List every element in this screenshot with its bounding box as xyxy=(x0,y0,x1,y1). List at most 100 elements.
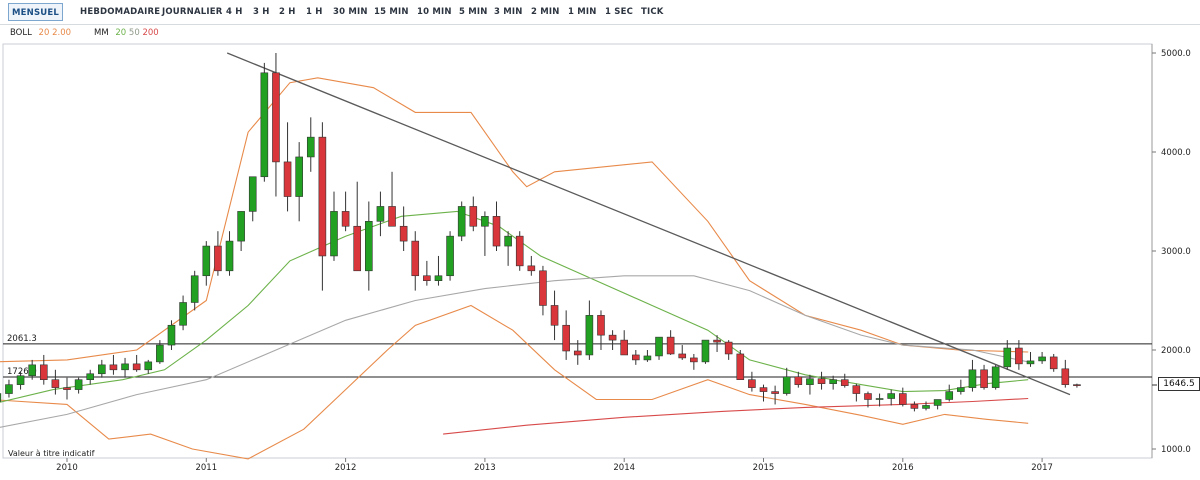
candle-body xyxy=(1049,356,1058,370)
candle-body xyxy=(272,72,280,163)
candle-body xyxy=(852,385,861,394)
candle-body xyxy=(28,364,36,377)
candle-body xyxy=(190,275,199,303)
candle-body xyxy=(86,373,95,381)
candle-body xyxy=(643,355,652,361)
candle-body xyxy=(144,361,153,371)
x-tick-label: 2011 xyxy=(195,463,217,473)
candle-body xyxy=(864,393,872,400)
candle-body xyxy=(1038,356,1046,362)
y-tick-label: 5000.0 xyxy=(1161,49,1191,59)
candle-body xyxy=(423,275,431,281)
candle-body xyxy=(782,376,791,394)
candle-body xyxy=(527,265,536,272)
x-tick-label: 2014 xyxy=(613,463,635,473)
x-tick-label: 2012 xyxy=(335,463,357,473)
candle-body xyxy=(759,387,768,392)
candle-body xyxy=(214,245,222,272)
candle-body xyxy=(701,339,710,363)
candle-body xyxy=(515,235,524,267)
candle-body xyxy=(341,211,350,227)
candle-body xyxy=(365,221,373,272)
candle-body xyxy=(16,375,25,385)
y-tick-label: 3000.0 xyxy=(1161,247,1191,257)
candle-body xyxy=(283,161,292,197)
candle-body xyxy=(481,216,489,227)
candle-body xyxy=(376,206,385,222)
candle-body xyxy=(306,136,315,158)
y-tick-label: 1000.0 xyxy=(1161,445,1191,455)
candle-body xyxy=(504,235,512,247)
candle-body xyxy=(109,364,118,371)
candle-body xyxy=(492,216,501,247)
candle-body xyxy=(771,391,779,394)
candle-body xyxy=(585,315,594,356)
candle-body xyxy=(1015,347,1023,365)
candle-body xyxy=(620,339,629,356)
candle-body xyxy=(608,334,617,341)
candle-body xyxy=(248,176,257,212)
candle-body xyxy=(806,378,814,385)
candle-body xyxy=(330,211,338,257)
candle-body xyxy=(550,305,559,326)
candle-body xyxy=(980,369,988,388)
candle-body xyxy=(655,336,663,357)
candle-body xyxy=(539,270,547,306)
candle-body xyxy=(678,353,687,359)
candle-body xyxy=(98,364,106,375)
candle-body xyxy=(957,387,965,392)
x-tick-label: 2013 xyxy=(474,463,496,473)
candle-body xyxy=(829,379,837,384)
candle-body xyxy=(724,341,733,355)
candle-body xyxy=(922,405,930,409)
candle-body xyxy=(411,240,420,277)
candle-body xyxy=(179,302,187,326)
candle-body xyxy=(39,364,48,381)
candle-body xyxy=(562,324,570,352)
candle-body xyxy=(945,391,954,400)
x-tick-label: 2017 xyxy=(1031,463,1053,473)
candle-body xyxy=(121,363,129,371)
candle-body xyxy=(887,393,895,399)
candle-body xyxy=(0,393,2,402)
candle-body xyxy=(898,393,907,405)
candle-body xyxy=(666,336,675,355)
reference-line-label: 2061.3 xyxy=(7,334,37,344)
candle-body xyxy=(295,156,303,197)
candle-body xyxy=(225,240,234,272)
plot-area xyxy=(2,43,1153,459)
candle-body xyxy=(260,72,269,178)
candle-body xyxy=(817,378,826,384)
candle-body xyxy=(991,366,1000,388)
candle-body xyxy=(748,379,756,388)
price-chart[interactable]: 5000.0 4000.0 3000.0 2000.0 1000.0 2010 2011 20… xyxy=(0,0,1200,480)
candle-body xyxy=(968,369,977,388)
x-tick-label: 2010 xyxy=(56,463,78,473)
candle-body xyxy=(156,344,164,363)
candle-body xyxy=(573,350,582,356)
candle-body xyxy=(713,339,721,343)
x-tick-label: 2015 xyxy=(753,463,775,473)
candle-body xyxy=(74,379,83,390)
candle-body xyxy=(690,357,698,363)
candle-body xyxy=(1026,360,1035,365)
candle-body xyxy=(5,384,13,394)
candle-body xyxy=(1073,384,1081,386)
candle-body xyxy=(132,363,141,371)
candle-body xyxy=(632,354,640,361)
y-tick-label: 2000.0 xyxy=(1161,346,1191,356)
y-tick-label: 4000.0 xyxy=(1161,148,1191,158)
candle-body xyxy=(840,379,849,386)
candle-body xyxy=(1061,368,1070,385)
candle-body xyxy=(237,211,245,242)
candle-body xyxy=(399,225,408,242)
indicative-note: Valeur à titre indicatif xyxy=(8,449,95,458)
candle-body xyxy=(910,404,919,409)
candle-body xyxy=(353,225,362,272)
candle-body xyxy=(469,206,478,227)
candle-body xyxy=(875,398,884,400)
last-price-label: 1646.5 xyxy=(1158,377,1200,391)
candle-body xyxy=(1003,347,1012,368)
x-tick-label: 2016 xyxy=(892,463,914,473)
candle-body xyxy=(388,206,396,227)
